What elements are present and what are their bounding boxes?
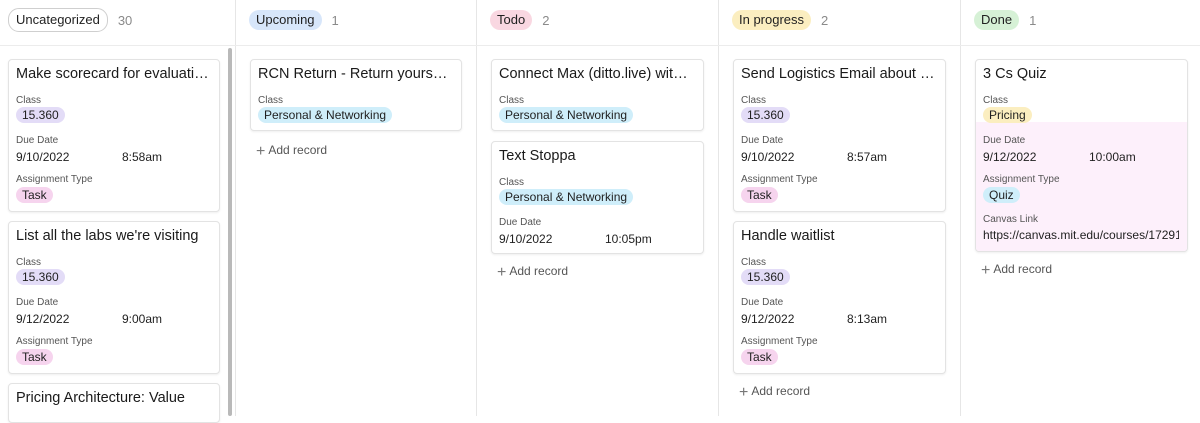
add-record-label: Add record (993, 262, 1053, 276)
field-label-due-date: Due Date (741, 135, 784, 146)
type-tag: Task (741, 187, 778, 203)
column-in-progress: In progress 2 Send Logistics Email about… (719, 0, 961, 416)
column-header: Done 1 (974, 8, 1036, 32)
record-card[interactable]: Handle waitlist Class 15.360 Due Date 9/… (733, 221, 946, 374)
plus-icon: + (256, 143, 266, 160)
type-tag: Quiz (983, 187, 1020, 203)
card-title: Text Stoppa (499, 148, 576, 164)
card-title: 3 Cs Quiz (983, 66, 1047, 82)
canvas-link[interactable]: https://canvas.mit.edu/courses/17291... (983, 228, 1179, 242)
due-date-value: 9/10/2022 (741, 150, 795, 164)
due-time-value: 8:57am (847, 150, 888, 164)
class-tag: 15.360 (16, 107, 65, 123)
due-date-value: 9/12/2022 (983, 150, 1037, 164)
field-label-class: Class (741, 257, 767, 268)
field-label-due-date: Due Date (16, 135, 59, 146)
column-uncategorized: Uncategorized 30 Make scorecard for eval… (0, 0, 236, 423)
field-label-assignment-type: Assignment Type (16, 336, 93, 347)
record-card[interactable]: List all the labs we're visiting Class 1… (8, 221, 220, 374)
record-card[interactable]: 3 Cs Quiz Class Pricing Due Date 9/12/20… (975, 59, 1188, 252)
column-header: In progress 2 (732, 8, 828, 32)
card-title: Connect Max (ditto.live) with ... (499, 66, 695, 82)
column-upcoming: Upcoming 1 RCN Return - Return yourself … (236, 0, 477, 416)
class-tag: 15.360 (741, 269, 790, 285)
field-label-assignment-type: Assignment Type (741, 336, 818, 347)
class-tag: Personal & Networking (499, 189, 634, 205)
kanban-board: Uncategorized 30 Make scorecard for eval… (0, 0, 1200, 423)
field-label-class: Class (499, 95, 525, 106)
due-time-value: 9:00am (122, 312, 163, 326)
due-date-value: 9/10/2022 (499, 232, 553, 246)
plus-icon: + (739, 384, 749, 401)
group-label-done[interactable]: Done (974, 10, 1020, 30)
record-card[interactable]: Send Logistics Email about Ro... Class 1… (733, 59, 946, 212)
field-label-assignment-type: Assignment Type (16, 174, 93, 185)
column-header: Upcoming 1 (249, 8, 339, 32)
group-label-todo[interactable]: Todo (490, 10, 533, 30)
group-label-uncategorized[interactable]: Uncategorized (8, 8, 108, 32)
class-tag: Personal & Networking (499, 107, 634, 123)
field-label-assignment-type: Assignment Type (741, 174, 818, 185)
card-title: Handle waitlist (741, 228, 835, 244)
card-title: Send Logistics Email about Ro... (741, 66, 937, 82)
field-label-class: Class (499, 177, 525, 188)
due-time-value: 8:58am (122, 150, 163, 164)
type-tag: Task (741, 349, 778, 365)
class-tag: 15.360 (16, 269, 65, 285)
field-label-class: Class (983, 95, 1009, 106)
record-card[interactable]: Text Stoppa Class Personal & Networking … (491, 141, 704, 254)
due-time-value: 10:05pm (605, 232, 652, 246)
column-header: Todo 2 (490, 8, 549, 32)
type-tag: Task (16, 187, 53, 203)
card-title: Pricing Architecture: Value (16, 390, 185, 406)
field-label-canvas-link: Canvas Link (983, 214, 1039, 225)
field-label-due-date: Due Date (741, 297, 784, 308)
due-date-value: 9/12/2022 (16, 312, 70, 326)
due-time-value: 10:00am (1089, 150, 1136, 164)
group-count: 2 (821, 12, 829, 28)
add-record-button[interactable]: + Add record (256, 143, 327, 161)
due-time-value: 8:13am (847, 312, 888, 326)
add-record-label: Add record (509, 264, 569, 278)
due-date-value: 9/12/2022 (741, 312, 795, 326)
class-tag: Personal & Networking (258, 107, 393, 123)
record-card[interactable]: Pricing Architecture: Value (8, 383, 220, 423)
add-record-label: Add record (268, 143, 328, 157)
record-card[interactable]: RCN Return - Return yourself ... Class P… (250, 59, 462, 131)
column-header: Uncategorized 30 (8, 8, 132, 32)
group-label-upcoming[interactable]: Upcoming (249, 10, 322, 30)
card-title: RCN Return - Return yourself ... (258, 66, 453, 82)
add-record-button[interactable]: + Add record (739, 384, 810, 402)
field-label-class: Class (16, 95, 42, 106)
group-label-in-progress[interactable]: In progress (732, 10, 812, 30)
plus-icon: + (497, 264, 507, 281)
type-tag: Task (16, 349, 53, 365)
header-divider (0, 45, 1200, 46)
field-label-assignment-type: Assignment Type (983, 174, 1060, 185)
field-label-class: Class (16, 257, 42, 268)
group-count: 2 (542, 12, 550, 28)
field-label-due-date: Due Date (983, 135, 1026, 146)
add-record-button[interactable]: + Add record (497, 264, 568, 282)
class-tag: 15.360 (741, 107, 790, 123)
record-card[interactable]: Make scorecard for evaluating... Class 1… (8, 59, 220, 212)
column-todo: Todo 2 Connect Max (ditto.live) with ...… (477, 0, 719, 416)
card-title: Make scorecard for evaluating... (16, 66, 211, 82)
plus-icon: + (981, 262, 991, 279)
field-label-class: Class (258, 95, 284, 106)
class-tag: Pricing (983, 107, 1032, 123)
group-count: 1 (1029, 12, 1037, 28)
field-label-due-date: Due Date (499, 217, 542, 228)
card-title: List all the labs we're visiting (16, 228, 199, 244)
column-done: Done 1 3 Cs Quiz Class Pricing Due Date … (961, 0, 1200, 416)
field-label-class: Class (741, 95, 767, 106)
field-label-due-date: Due Date (16, 297, 59, 308)
add-record-label: Add record (751, 384, 811, 398)
group-count: 30 (117, 12, 133, 28)
scrollbar[interactable] (228, 48, 232, 416)
group-count: 1 (331, 12, 339, 28)
add-record-button[interactable]: + Add record (981, 262, 1052, 280)
due-date-value: 9/10/2022 (16, 150, 70, 164)
record-card[interactable]: Connect Max (ditto.live) with ... Class … (491, 59, 704, 131)
